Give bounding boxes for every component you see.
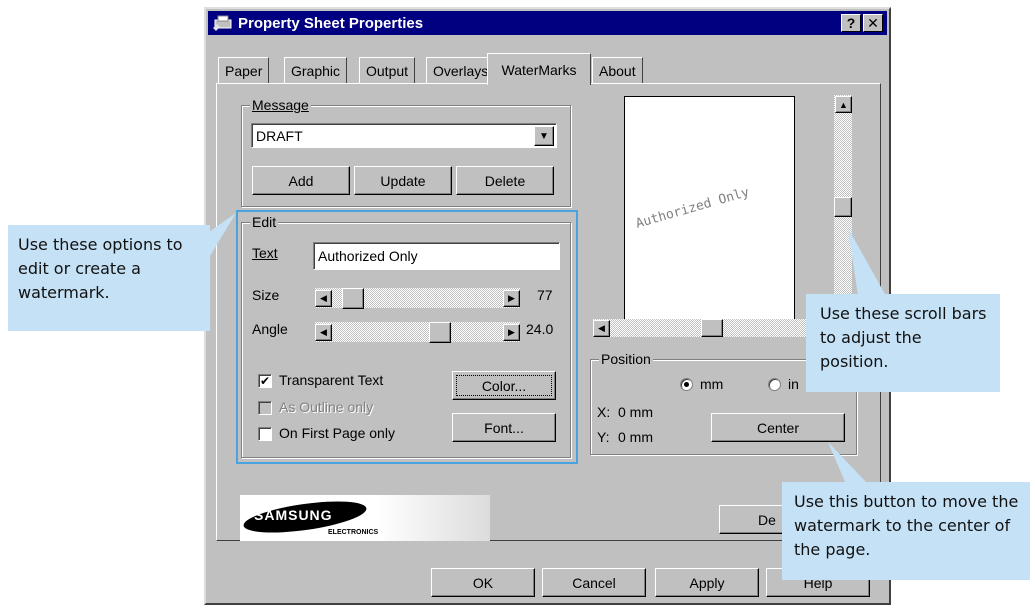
edit-options-callout: Use these options to edit or create a wa…: [8, 225, 210, 331]
scroll-bars-callout: Use these scroll bars to adjust the posi…: [806, 294, 1000, 392]
center-callout-pointer: [828, 442, 866, 482]
edit-callout-pointer: [206, 213, 236, 256]
center-button-callout: Use this button to move the watermark to…: [782, 482, 1030, 580]
scroll-callout-pointer: [848, 228, 886, 296]
